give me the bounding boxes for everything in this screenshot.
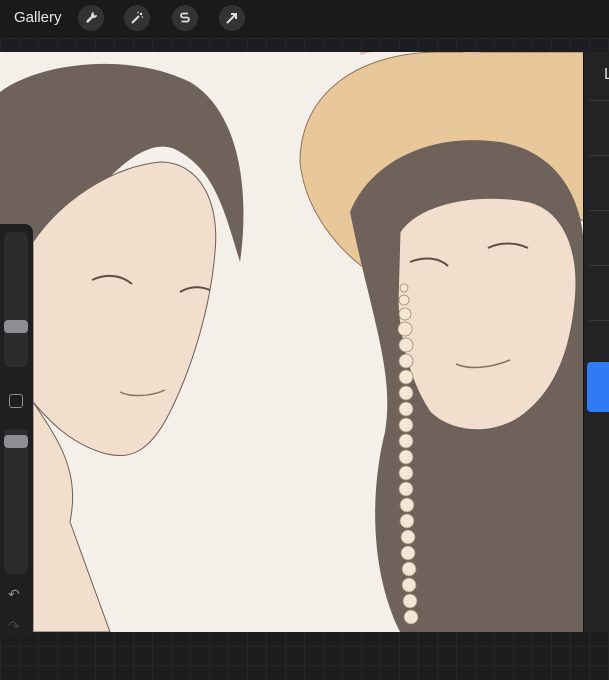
opacity-slider[interactable]: [4, 429, 28, 574]
opacity-knob[interactable]: [4, 435, 28, 448]
layers-panel: [583, 52, 609, 632]
panel-divider: [590, 155, 609, 156]
adjustments-button[interactable]: [124, 5, 150, 31]
selection-s-icon: [180, 12, 190, 23]
redo-icon[interactable]: ↷: [8, 618, 20, 635]
panel-divider: [590, 210, 609, 211]
actions-button[interactable]: [78, 5, 104, 31]
magic-wand-icon: [131, 11, 144, 24]
transform-button[interactable]: [219, 5, 245, 31]
panel-divider: [590, 320, 609, 321]
selection-button[interactable]: [172, 5, 198, 31]
eyedropper-button[interactable]: [9, 394, 23, 408]
left-sidebar: ↶ ↷: [0, 224, 33, 637]
wrench-icon: [86, 12, 97, 23]
artwork-illustration: [0, 52, 584, 632]
drawing-canvas[interactable]: [0, 52, 584, 632]
layers-panel-title: L: [604, 66, 609, 83]
panel-divider: [590, 100, 609, 101]
gallery-button[interactable]: Gallery: [14, 9, 62, 26]
undo-icon[interactable]: ↶: [8, 586, 20, 603]
active-layer-row[interactable]: [587, 362, 609, 412]
transform-arrow-icon: [226, 13, 237, 24]
brush-size-slider[interactable]: [4, 232, 28, 367]
brush-size-knob[interactable]: [4, 320, 28, 333]
top-toolbar: Gallery: [0, 0, 609, 38]
panel-divider: [590, 265, 609, 266]
